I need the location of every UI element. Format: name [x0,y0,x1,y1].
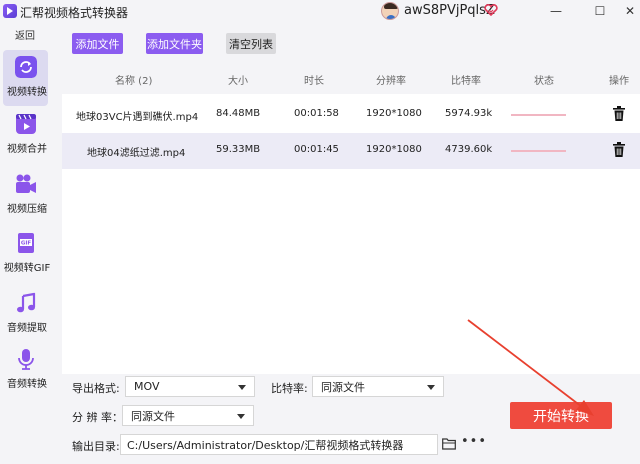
column-header-resolution[interactable]: 分辨率 [376,72,406,87]
video-merge-icon [16,114,36,134]
file-resolution: 1920*1080 [366,108,422,119]
add-file-button[interactable]: 添加文件 [72,33,123,54]
chevron-down-icon [237,414,245,419]
sidebar-item-label: 视频转GIF [3,263,51,274]
video-convert-icon [15,56,37,78]
file-name: 地球04滤纸过滤.mp4 [87,148,186,159]
sidebar-item-video-compress[interactable]: 视频压缩 [3,167,48,223]
app-logo-icon [3,4,17,18]
svg-text:GIF: GIF [21,241,32,247]
back-button[interactable]: 返回 [0,27,50,42]
vip-heart-icon[interactable] [484,4,498,16]
microphone-icon [18,349,34,370]
toolbar: 添加文件 添加文件夹 清空列表 [62,24,640,62]
app-title: 汇帮视频格式转换器 [20,6,129,20]
export-format-select[interactable]: MOV [125,376,255,397]
maximize-button[interactable]: ☐ [591,2,609,20]
file-bitrate: 4739.60k [445,144,493,155]
file-size: 84.48MB [216,108,261,119]
sidebar-item-label: 音频转换 [7,379,47,390]
resolution-select[interactable]: 同源文件 [122,405,254,426]
bitrate-label: 比特率: [271,382,308,395]
sidebar-item-label: 音频提取 [7,323,47,334]
chevron-down-icon [238,385,246,390]
sidebar: 返回 视频转换 视频合并 视频压缩 GIF 视频转GIF 音频提取 音频转换 [0,24,62,464]
resolution-value: 同源文件 [131,409,175,423]
trash-icon[interactable] [613,142,625,157]
table-header: 名称 (2) 大小 时长 分辨率 比特率 状态 操作 [62,62,640,94]
sidebar-item-video-convert[interactable]: 视频转换 [3,50,48,106]
file-duration: 00:01:58 [294,108,339,119]
export-format-label: 导出格式: [72,382,120,395]
title-bar: 汇帮视频格式转换器 awS8PVjPqlsZ — ☐ ✕ [0,0,640,24]
sidebar-item-label: 视频压缩 [7,204,47,215]
output-dir-label: 输出目录: [72,440,120,453]
status-progress-bar [511,150,566,152]
bitrate-select[interactable]: 同源文件 [312,376,444,397]
table-row[interactable]: 地球04滤纸过滤.mp4 59.33MB 00:01:45 1920*1080 … [62,133,640,169]
file-list: 名称 (2) 大小 时长 分辨率 比特率 状态 操作 地球03VC片遇到礁伏.m… [62,62,640,374]
sidebar-item-label: 视频合并 [7,144,47,155]
clear-list-button[interactable]: 清空列表 [226,33,276,54]
column-header-bitrate[interactable]: 比特率 [451,72,481,87]
settings-panel: 导出格式: MOV 比特率: 同源文件 分 辨 率： 同源文件 输出目录: C:… [62,374,640,464]
folder-icon[interactable] [442,438,456,450]
start-convert-button[interactable]: 开始转换 [510,402,612,429]
sidebar-item-video-to-gif[interactable]: GIF 视频转GIF [3,226,51,282]
chevron-down-icon [427,385,435,390]
column-header-size[interactable]: 大小 [228,72,248,87]
file-duration: 00:01:45 [294,144,339,155]
more-options-icon[interactable]: ••• [461,434,487,449]
file-bitrate: 5974.93k [445,108,493,119]
app-window: 汇帮视频格式转换器 awS8PVjPqlsZ — ☐ ✕ 返回 视频转换 视频合… [0,0,640,464]
close-button[interactable]: ✕ [621,2,639,20]
resolution-label: 分 辨 率： [72,411,123,424]
gif-icon: GIF [18,233,34,253]
output-path-field[interactable]: C:/Users/Administrator/Desktop/汇帮视频格式转换器 [120,434,438,455]
column-header-name[interactable]: 名称 (2) [115,72,152,87]
bitrate-value: 同源文件 [321,380,365,394]
minimize-button[interactable]: — [547,2,565,20]
sidebar-item-video-merge[interactable]: 视频合并 [3,107,48,163]
sidebar-item-audio-convert[interactable]: 音频转换 [3,342,48,398]
file-name: 地球03VC片遇到礁伏.mp4 [76,112,199,123]
status-progress-bar [511,114,566,116]
user-avatar[interactable] [381,2,399,20]
column-header-duration[interactable]: 时长 [304,72,324,87]
sidebar-item-audio-extract[interactable]: 音频提取 [3,286,48,342]
export-format-value: MOV [134,380,160,393]
column-header-action: 操作 [609,76,629,87]
main-panel: 添加文件 添加文件夹 清空列表 名称 (2) 大小 时长 分辨率 比特率 状态 … [62,24,640,464]
column-header-status: 状态 [534,76,554,87]
table-row[interactable]: 地球03VC片遇到礁伏.mp4 84.48MB 00:01:58 1920*10… [62,97,640,133]
user-name[interactable]: awS8PVjPqlsZ [404,3,495,18]
trash-icon[interactable] [613,106,625,121]
video-compress-icon [16,174,36,193]
add-folder-button[interactable]: 添加文件夹 [146,33,203,54]
sidebar-item-label: 视频转换 [7,87,47,98]
file-resolution: 1920*1080 [366,144,422,155]
music-note-icon [17,292,36,313]
file-size: 59.33MB [216,144,261,155]
